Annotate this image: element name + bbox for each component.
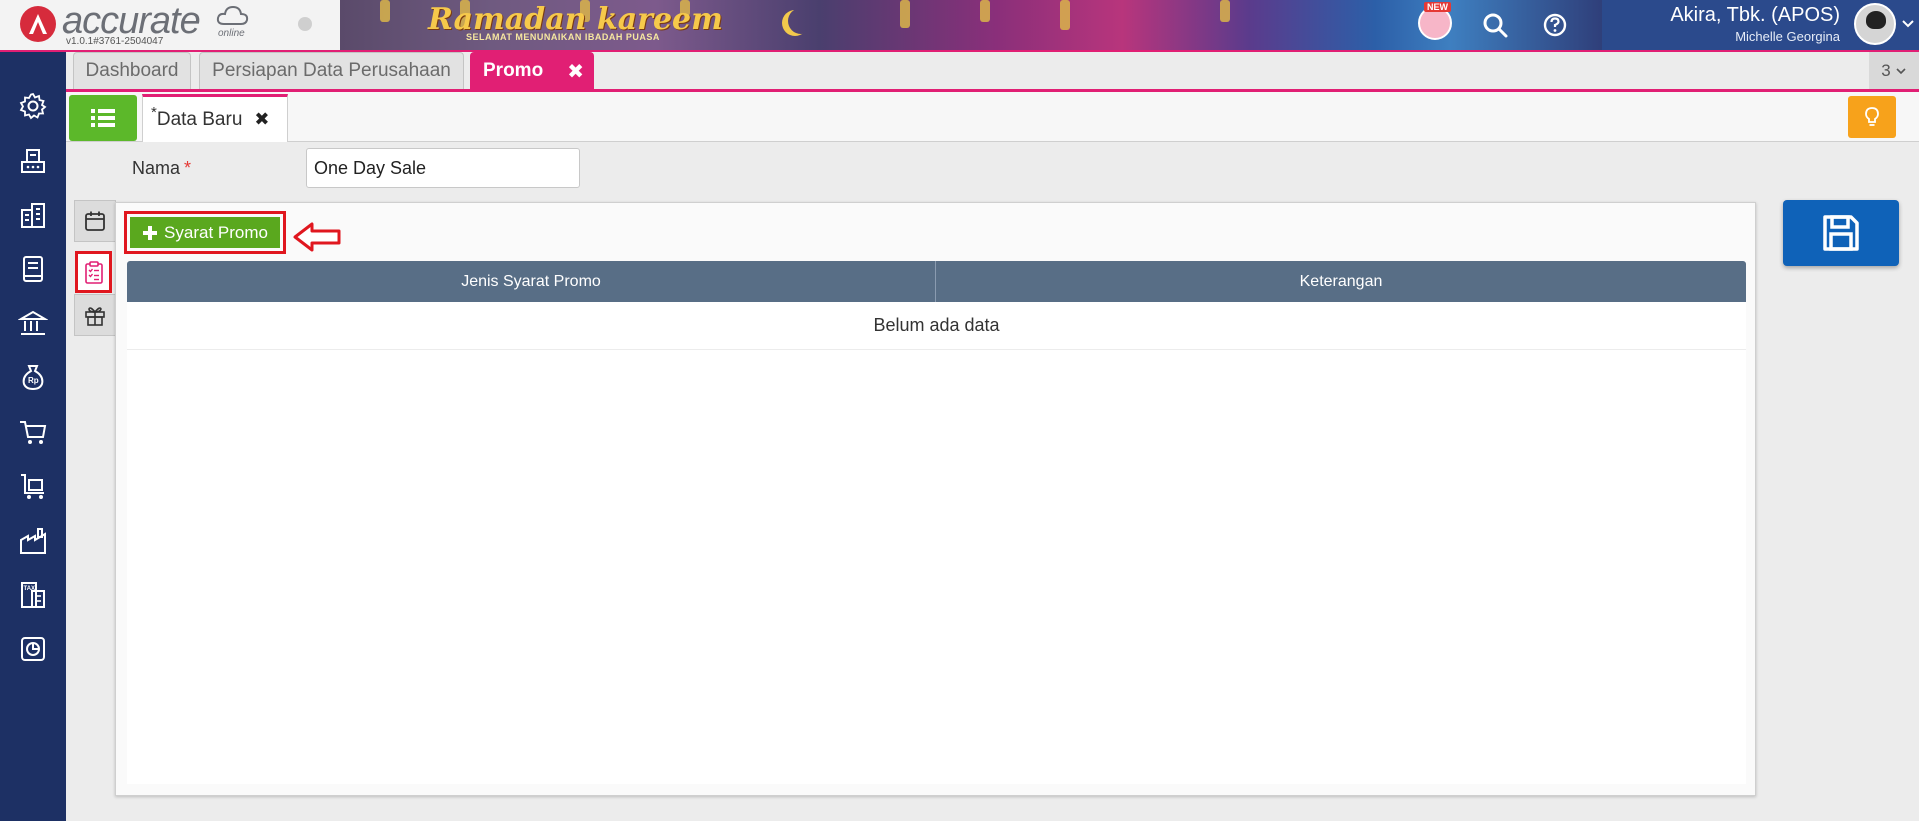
svg-text:Rp: Rp <box>28 376 39 385</box>
sidebar-item-reports[interactable] <box>16 632 50 666</box>
sidebar-item-sales[interactable] <box>16 415 50 449</box>
empty-state-text: Belum ada data <box>127 302 1746 350</box>
sidebar-item-bank[interactable] <box>16 306 50 340</box>
nama-label-text: Nama <box>132 158 181 178</box>
nama-field[interactable] <box>306 148 580 188</box>
svg-text:TAX: TAX <box>24 586 36 592</box>
factory-icon <box>20 528 46 554</box>
chevron-down-icon <box>1896 67 1906 74</box>
sidebar-item-cash[interactable]: Rp <box>16 360 50 394</box>
highlight-frame: Syarat Promo <box>124 211 286 254</box>
promo-content: * Data Baru ✖ Nama* Syarat Promo <box>66 92 1919 821</box>
shopping-cart-icon <box>20 421 47 444</box>
lantern-decoration <box>1060 0 1070 30</box>
bank-icon <box>18 310 48 335</box>
report-chart-icon <box>21 637 45 661</box>
plus-icon <box>143 225 158 240</box>
tab-schedule[interactable] <box>74 200 116 242</box>
tab-data-baru[interactable]: * Data Baru ✖ <box>142 94 288 142</box>
version-text: v1.0.1#3761-2504047 <box>66 36 164 47</box>
open-tabs-count[interactable]: 3 <box>1869 52 1919 89</box>
ledger-book-icon <box>23 256 43 282</box>
lantern-decoration <box>900 0 910 28</box>
fax-machine-icon <box>21 149 45 173</box>
user-menu[interactable]: Akira, Tbk. (APOS) Michelle Georgina <box>1602 0 1919 50</box>
chevron-down-icon[interactable] <box>1902 19 1914 29</box>
save-button[interactable] <box>1783 200 1899 266</box>
table-header: Jenis Syarat Promo Keterangan <box>127 261 1746 302</box>
module-tabs: Dashboard Persiapan Data Perusahaan Prom… <box>66 52 1919 92</box>
user-name: Michelle Georgina <box>1735 29 1840 44</box>
promo-conditions-table: Jenis Syarat Promo Keterangan Belum ada … <box>127 261 1746 784</box>
sidebar-item-purchase[interactable] <box>16 469 50 503</box>
list-view-button[interactable] <box>69 95 137 141</box>
add-button-label: Syarat Promo <box>164 222 268 242</box>
lightbulb-icon <box>1865 107 1879 126</box>
lantern-decoration <box>1220 0 1230 22</box>
sidebar-item-company[interactable] <box>16 198 50 232</box>
company-name: Akira, Tbk. (APOS) <box>1670 4 1840 26</box>
floppy-disk-icon <box>1823 215 1859 251</box>
tab-dashboard[interactable]: Dashboard <box>73 52 191 89</box>
required-marker: * <box>184 158 192 178</box>
gear-icon <box>19 92 47 120</box>
tab-label: Dashboard <box>85 60 179 81</box>
unsaved-marker: * <box>151 104 157 121</box>
lantern-decoration <box>980 0 990 22</box>
main-sidebar: Rp TAX <box>0 52 66 821</box>
sidebar-item-fax[interactable] <box>16 144 50 178</box>
sidebar-item-settings[interactable] <box>16 89 50 123</box>
promo-conditions-panel: Syarat Promo Jenis Syarat Promo Keterang… <box>115 202 1756 796</box>
calendar-icon <box>85 211 105 231</box>
list-icon <box>91 109 115 127</box>
annotation-arrow-icon <box>293 222 341 252</box>
tips-button[interactable] <box>1848 96 1896 138</box>
close-icon[interactable]: ✖ <box>254 109 269 130</box>
lantern-decoration <box>380 0 390 22</box>
tab-label: Data Baru <box>156 108 243 130</box>
cloud-icon <box>216 5 249 25</box>
banner-subtitle: SELAMAT MENUNAIKAN IBADAH PUASA <box>466 32 660 42</box>
column-header-jenis-syarat[interactable]: Jenis Syarat Promo <box>127 261 935 302</box>
nama-label: Nama * <box>132 158 191 179</box>
sidebar-item-tax[interactable]: TAX <box>16 578 50 612</box>
crescent-moon-icon <box>788 8 814 34</box>
buildings-icon <box>21 203 45 228</box>
search-icon[interactable] <box>1480 10 1510 40</box>
decorative-dot <box>298 17 312 31</box>
clipboard-checklist-icon <box>84 261 103 284</box>
accurate-logo[interactable]: accurate online v1.0.1#3761-2504047 <box>18 0 338 50</box>
logo-online-text: online <box>218 28 245 39</box>
tab-label: Persiapan Data Perusahaan <box>212 60 451 81</box>
tab-persiapan-data-perusahaan[interactable]: Persiapan Data Perusahaan <box>199 52 464 89</box>
accurate-logo-mark <box>20 6 56 42</box>
money-bag-icon: Rp <box>22 365 44 391</box>
app-header: accurate online v1.0.1#3761-2504047 Rama… <box>0 0 1919 52</box>
tab-promo-conditions[interactable] <box>75 251 112 293</box>
help-icon[interactable] <box>1540 10 1570 40</box>
tab-count-value: 3 <box>1881 60 1891 80</box>
tab-label: Promo <box>483 60 544 81</box>
gift-icon <box>85 307 105 326</box>
tax-document-icon: TAX <box>21 582 45 608</box>
column-header-keterangan[interactable]: Keterangan <box>935 261 1746 302</box>
sidebar-item-inventory[interactable] <box>16 524 50 558</box>
close-icon[interactable]: ✖ <box>567 59 584 84</box>
document-tabs-bar: * Data Baru ✖ <box>66 92 1919 142</box>
avatar[interactable] <box>1854 3 1896 45</box>
tab-reward[interactable] <box>74 294 116 336</box>
delivery-cart-icon <box>21 474 44 499</box>
sidebar-item-ledger[interactable] <box>16 252 50 286</box>
add-syarat-promo-button[interactable]: Syarat Promo <box>130 217 280 248</box>
tab-promo[interactable]: Promo ✖ <box>470 52 594 89</box>
new-badge: NEW <box>1424 2 1451 12</box>
